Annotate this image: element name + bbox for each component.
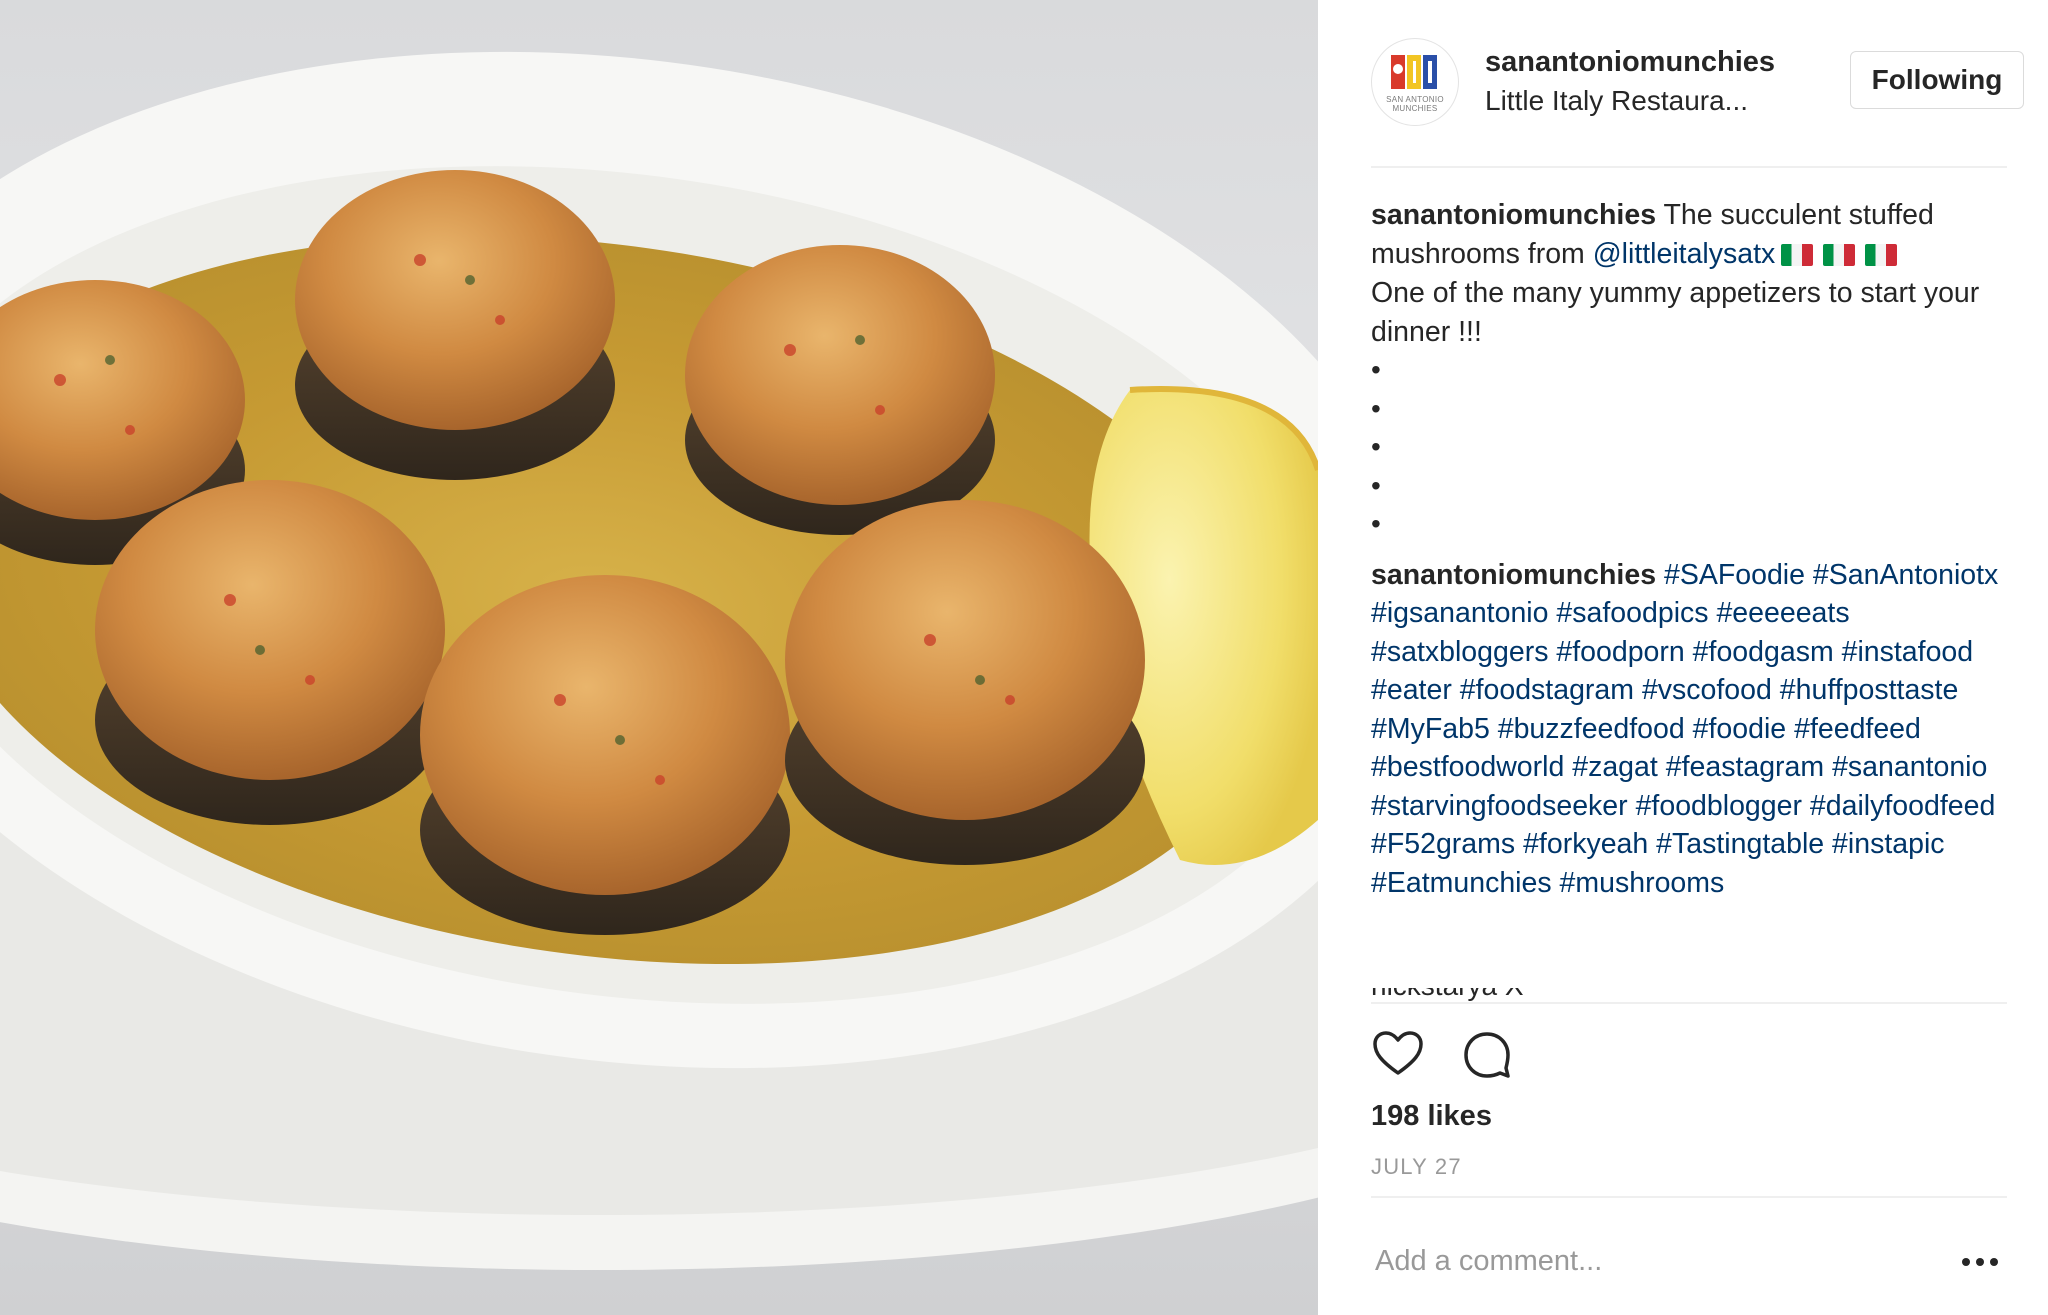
- hashtag-link[interactable]: #eater: [1371, 674, 1452, 706]
- post-date: JULY 27: [1371, 1154, 1462, 1179]
- hashtag-link[interactable]: #feastagram: [1666, 751, 1824, 783]
- hashtag-link[interactable]: #MyFab5: [1371, 713, 1490, 745]
- caption: sanantoniomunchies The succulent stuffed…: [1371, 196, 2011, 351]
- comment-bubble-icon[interactable]: [1460, 1028, 1514, 1082]
- hashtag-link[interactable]: #Eatmunchies: [1371, 867, 1552, 899]
- post-header: SAN ANTONIO MUNCHIES sanantoniomunchies …: [1371, 38, 2024, 126]
- hashtag-link[interactable]: #safoodpics: [1556, 597, 1708, 629]
- following-button[interactable]: Following: [1850, 51, 2024, 109]
- header-divider: [1371, 166, 2007, 168]
- hashtag-link[interactable]: #zagat: [1572, 751, 1658, 783]
- hashtag-link[interactable]: #sanantonio: [1832, 751, 1987, 783]
- post-details-panel: SAN ANTONIO MUNCHIES sanantoniomunchies …: [1318, 0, 2048, 1315]
- hashtag-link[interactable]: #SanAntoniotx: [1813, 559, 1998, 591]
- italy-flag-icon: [1823, 243, 1856, 266]
- bullet: [1371, 428, 2011, 467]
- caption-bullets: [1371, 351, 2011, 544]
- heart-icon[interactable]: [1371, 1028, 1425, 1082]
- add-comment-input[interactable]: [1373, 1238, 1937, 1284]
- hashtag-link[interactable]: #dailyfoodfeed: [1810, 790, 1995, 822]
- likes-count[interactable]: 198 likes: [1371, 1100, 1492, 1133]
- hashtag-link[interactable]: #satxbloggers: [1371, 636, 1548, 668]
- stuffed-mushrooms-photo: [0, 51, 1318, 1270]
- caption-username[interactable]: sanantoniomunchies: [1371, 199, 1656, 231]
- caption-text-2: One of the many yummy appetizers to star…: [1371, 277, 1980, 348]
- comments-divider: [1371, 1002, 2007, 1004]
- bullet: [1371, 467, 2011, 506]
- hashtag-link[interactable]: #vscofood: [1642, 674, 1772, 706]
- flags: [1781, 236, 1907, 275]
- comments-section: sanantoniomunchies The succulent stuffed…: [1371, 196, 2011, 902]
- bullet: [1371, 390, 2011, 429]
- author-username[interactable]: sanantoniomunchies: [1485, 46, 1775, 79]
- hashtag-link[interactable]: #instafood: [1842, 636, 1974, 668]
- italy-flag-icon: [1865, 243, 1898, 266]
- bullet: [1371, 505, 2011, 544]
- italy-flag-icon: [1781, 243, 1814, 266]
- hashtag-link[interactable]: #mushrooms: [1560, 867, 1725, 899]
- avatar[interactable]: SAN ANTONIO MUNCHIES: [1371, 38, 1459, 126]
- hashtag-link[interactable]: #foodporn: [1556, 636, 1684, 668]
- hashtag-comment: sanantoniomunchies #SAFoodie #SanAntonio…: [1371, 556, 2011, 903]
- hashtag-list: #SAFoodie #SanAntoniotx #igsanantonio #s…: [1371, 559, 1998, 899]
- hashtag-link[interactable]: #bestfoodworld: [1371, 751, 1564, 783]
- hashtag-link[interactable]: #forkyeah: [1523, 828, 1648, 860]
- action-bar: [1371, 1028, 1571, 1078]
- hashtag-link[interactable]: #eeeeeats: [1716, 597, 1849, 629]
- bullet: [1371, 351, 2011, 390]
- hashtag-link[interactable]: #instapic: [1832, 828, 1944, 860]
- hashtag-link[interactable]: #buzzfeedfood: [1498, 713, 1685, 745]
- hashtag-link[interactable]: #foodblogger: [1636, 790, 1802, 822]
- hashtag-link[interactable]: #feedfeed: [1794, 713, 1921, 745]
- hashtag-comment-username[interactable]: sanantoniomunchies: [1371, 559, 1656, 591]
- avatar-caption: SAN ANTONIO MUNCHIES: [1386, 95, 1444, 113]
- hashtag-link[interactable]: #igsanantonio: [1371, 597, 1549, 629]
- hashtag-link[interactable]: #Tastingtable: [1656, 828, 1824, 860]
- san-antonio-munchies-logo-icon: [1391, 55, 1437, 89]
- hashtag-link[interactable]: #foodie: [1693, 713, 1787, 745]
- more-options-icon[interactable]: [1958, 1250, 2002, 1274]
- hashtag-link[interactable]: #starvingfoodseeker: [1371, 790, 1628, 822]
- date-divider: [1371, 1196, 2007, 1198]
- hashtag-link[interactable]: #foodgasm: [1693, 636, 1834, 668]
- post-photo[interactable]: [0, 0, 1318, 1315]
- hashtag-link[interactable]: #huffposttaste: [1780, 674, 1959, 706]
- cutoff-comment: nickstarya X: [1371, 988, 2007, 1002]
- hashtag-link[interactable]: #SAFoodie: [1664, 559, 1805, 591]
- mention-link[interactable]: @littleitalysatx: [1593, 238, 1776, 270]
- hashtag-link[interactable]: #F52grams: [1371, 828, 1515, 860]
- hashtag-link[interactable]: #foodstagram: [1460, 674, 1634, 706]
- location-link[interactable]: Little Italy Restaura...: [1485, 85, 1748, 117]
- cutoff-comment-text: nickstarya X: [1371, 988, 1524, 1002]
